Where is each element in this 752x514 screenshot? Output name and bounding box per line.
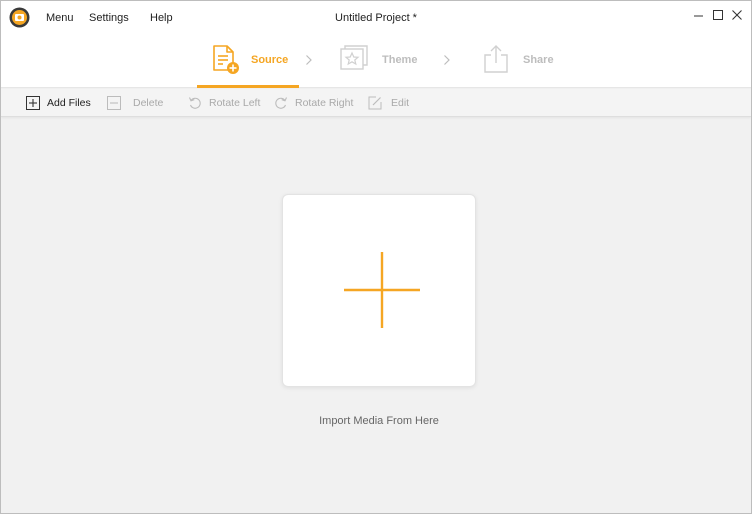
- toolbar: Add Files Delete Rotate Left Rotate Righ…: [1, 89, 751, 117]
- rotate-left-icon: [188, 97, 201, 109]
- delete-label: Delete: [133, 97, 164, 109]
- edit-icon: [368, 96, 382, 110]
- chevron-right-icon: [444, 55, 450, 65]
- rotate-right-button[interactable]: Rotate Right: [274, 95, 353, 111]
- step-share-label: Share: [523, 54, 554, 66]
- document-add-icon: [213, 45, 239, 74]
- share-icon: [484, 45, 508, 73]
- delete-button[interactable]: Delete: [107, 95, 163, 111]
- close-icon[interactable]: [729, 7, 745, 23]
- edit-label: Edit: [391, 97, 410, 109]
- add-box-icon: [26, 96, 40, 110]
- rotate-right-label: Rotate Right: [295, 97, 354, 109]
- step-source-label: Source: [251, 54, 289, 66]
- active-step-indicator: [197, 85, 299, 88]
- edit-button[interactable]: Edit: [368, 95, 409, 111]
- step-share[interactable]: Share: [483, 44, 568, 78]
- plus-icon: [344, 252, 420, 328]
- maximize-icon[interactable]: [710, 7, 726, 23]
- menu-item-help[interactable]: Help: [150, 12, 173, 24]
- rotate-left-button[interactable]: Rotate Left: [188, 95, 260, 111]
- minus-box-icon: [107, 96, 121, 110]
- step-navigation: Source Theme Share: [1, 34, 751, 88]
- import-media-button[interactable]: [282, 194, 476, 387]
- app-window: Menu Settings Help Untitled Project * So…: [0, 0, 752, 514]
- menu-item-settings[interactable]: Settings: [89, 12, 129, 24]
- step-theme[interactable]: Theme: [340, 44, 425, 78]
- import-media-label: Import Media From Here: [319, 415, 439, 427]
- rotate-left-label: Rotate Left: [209, 97, 261, 109]
- chevron-right-icon: [306, 55, 312, 65]
- add-files-label: Add Files: [47, 97, 91, 109]
- add-files-button[interactable]: Add Files: [26, 95, 91, 111]
- title-bar: Menu Settings Help Untitled Project *: [1, 1, 751, 34]
- menu-item-menu[interactable]: Menu: [46, 12, 74, 24]
- minimize-icon[interactable]: [691, 7, 707, 23]
- rotate-right-icon: [275, 97, 288, 109]
- step-source[interactable]: Source: [211, 44, 296, 78]
- theme-star-icon: [340, 45, 368, 70]
- app-logo-icon: [9, 7, 30, 28]
- step-theme-label: Theme: [382, 54, 418, 66]
